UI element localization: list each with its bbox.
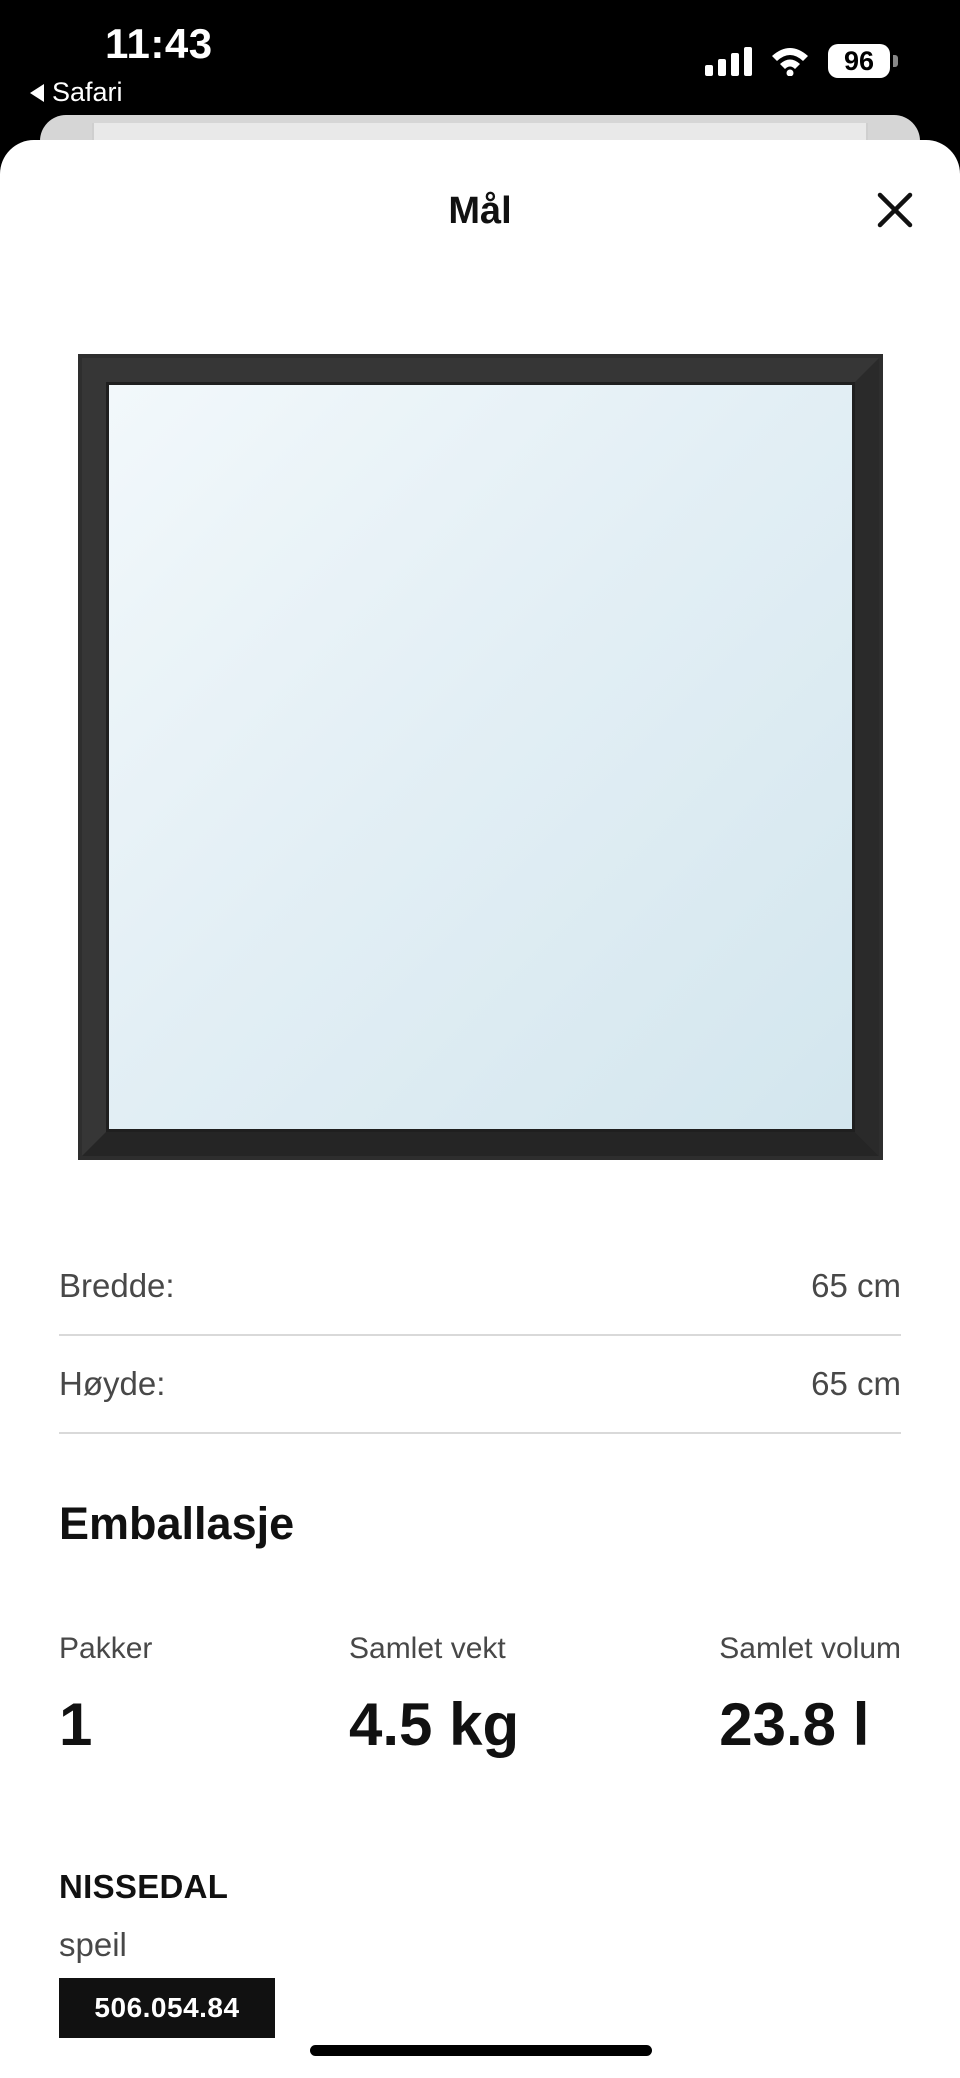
stat-value: 23.8 l [719, 1691, 870, 1758]
battery-level: 96 [828, 44, 890, 78]
status-time: 11:43 [105, 20, 213, 67]
product-type: speil [59, 1926, 127, 1963]
status-indicators: 96 [705, 44, 898, 78]
sheet-title: Mål [448, 190, 512, 232]
stat-value: 1 [59, 1691, 93, 1758]
dimension-label: Bredde: [59, 1267, 175, 1304]
cellular-signal-icon [705, 46, 752, 76]
back-arrow-icon [30, 83, 44, 102]
status-bar: 11:43 Safari 96 [0, 0, 960, 115]
product-name: NISSEDAL [59, 1868, 229, 1905]
article-number-badge: 506.054.84 [59, 1978, 275, 2038]
stat-packages: Pakker 1 [59, 1632, 152, 1759]
stat-total-weight: Samlet vekt 4.5 kg [349, 1632, 519, 1759]
home-indicator[interactable] [310, 2045, 652, 2056]
dimension-value: 65 cm [811, 1365, 901, 1402]
dimension-value: 65 cm [811, 1267, 901, 1304]
dimensions-sheet: Mål Bredde: 65 cm Høyde: 65 cm Emballasj… [0, 140, 960, 2078]
stat-total-volume: Samlet volum 23.8 l [719, 1632, 901, 1759]
back-to-safari-link[interactable]: Safari [30, 77, 123, 108]
product-image-mirror [78, 354, 883, 1160]
stat-label: Samlet volum [719, 1632, 901, 1665]
close-icon [877, 192, 913, 228]
stat-label: Pakker [59, 1632, 153, 1665]
stat-value: 4.5 kg [349, 1691, 520, 1758]
dimension-row-height: Høyde: 65 cm [59, 1336, 901, 1434]
stat-label: Samlet vekt [349, 1632, 506, 1665]
packaging-heading: Emballasje [59, 1498, 295, 1549]
dimension-label: Høyde: [59, 1365, 166, 1402]
wifi-icon [772, 48, 808, 76]
back-app-label: Safari [52, 77, 123, 107]
packaging-stats: Pakker 1 Samlet vekt 4.5 kg Samlet volum… [59, 1632, 901, 1758]
dimension-row-width: Bredde: 65 cm [59, 1238, 901, 1336]
close-button[interactable] [870, 185, 920, 235]
battery-icon: 96 [828, 44, 898, 78]
